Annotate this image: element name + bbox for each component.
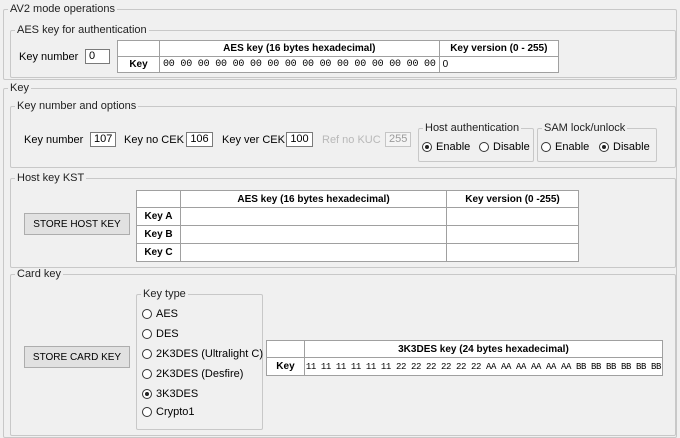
card-key-col-header: 3K3DES key (24 bytes hexadecimal) [303, 340, 664, 358]
card-key-table-corner [266, 340, 305, 358]
host-key-table: AES key (16 bytes hexadecimal) Key versi… [136, 190, 579, 262]
host-key-b-cell[interactable] [180, 225, 447, 244]
key-options-title: Key number and options [17, 100, 137, 112]
host-authentication-title: Host authentication [425, 122, 520, 134]
host-key-c-cell[interactable] [180, 243, 447, 262]
sam-lock-enable-radio[interactable]: Enable [541, 141, 589, 153]
radio-selected-icon [142, 389, 152, 399]
key-type-2k3des-desfire-label: 2K3DES (Desfire) [156, 368, 244, 380]
host-version-col-header: Key version (0 -255) [446, 190, 579, 208]
store-card-key-button[interactable]: STORE CARD KEY [24, 346, 130, 368]
radio-unselected-icon [479, 142, 489, 152]
sam-lock-enable-label: Enable [555, 141, 590, 153]
host-auth-disable-radio[interactable]: Disable [479, 141, 530, 153]
radio-unselected-icon [142, 369, 152, 379]
host-key-c-row-header: Key C [136, 243, 181, 262]
key-type-2k3des-ultralight-radio[interactable]: 2K3DES (Ultralight C) [142, 348, 263, 360]
radio-unselected-icon [142, 329, 152, 339]
aes-auth-key-title: AES key for authentication [17, 24, 147, 36]
key-group-title: Key [10, 82, 29, 94]
key-ver-cek-label: Key ver CEK [222, 134, 285, 146]
card-key-row-header: Key [266, 357, 305, 376]
key-ver-cek-input[interactable]: 100 [286, 132, 313, 147]
card-key-cell[interactable]: 11 11 11 11 11 11 22 22 22 22 22 22 AA A… [303, 357, 664, 376]
host-key-b-row-header: Key B [136, 225, 181, 244]
key-number-input[interactable]: 107 [90, 132, 116, 147]
host-auth-enable-radio[interactable]: Enable [422, 141, 470, 153]
auth-key-col-header: AES key (16 bytes hexadecimal) [159, 40, 440, 57]
key-type-aes-radio[interactable]: AES [142, 308, 178, 320]
card-key-table: 3K3DES key (24 bytes hexadecimal) Key 11… [266, 340, 664, 376]
av2-mode-operations-title: AV2 mode operations [10, 3, 115, 15]
radio-unselected-icon [142, 309, 152, 319]
auth-key-row-header: Key [117, 56, 160, 73]
radio-selected-icon [422, 142, 432, 152]
host-auth-disable-label: Disable [493, 141, 530, 153]
card-key-title: Card key [17, 268, 62, 280]
key-type-3k3des-label: 3K3DES [156, 388, 199, 400]
key-type-2k3des-desfire-radio[interactable]: 2K3DES (Desfire) [142, 368, 243, 380]
radio-unselected-icon [541, 142, 551, 152]
host-key-table-corner [136, 190, 181, 208]
radio-selected-icon [599, 142, 609, 152]
key-no-cek-input[interactable]: 106 [186, 132, 213, 147]
host-key-a-cell[interactable] [180, 207, 447, 226]
auth-version-col-header: Key version (0 - 255) [438, 40, 560, 57]
ref-no-kuc-label: Ref no KUC [322, 134, 381, 146]
host-auth-enable-label: Enable [436, 141, 471, 153]
key-type-crypto1-label: Crypto1 [156, 406, 195, 418]
auth-version-cell[interactable]: 0 [438, 56, 560, 73]
host-key-c-version-cell[interactable] [446, 243, 579, 262]
host-key-a-row-header: Key A [136, 207, 181, 226]
radio-unselected-icon [142, 407, 152, 417]
auth-key-number-input[interactable]: 0 [85, 49, 110, 64]
key-type-crypto1-radio[interactable]: Crypto1 [142, 406, 195, 418]
auth-key-table-corner [117, 40, 160, 57]
key-type-des-radio[interactable]: DES [142, 328, 179, 340]
key-type-aes-label: AES [156, 308, 179, 320]
sam-lock-disable-radio[interactable]: Disable [599, 141, 650, 153]
key-type-title: Key type [143, 288, 186, 300]
key-type-3k3des-radio[interactable]: 3K3DES [142, 388, 198, 400]
key-no-cek-label: Key no CEK [124, 134, 184, 146]
host-key-b-version-cell[interactable] [446, 225, 579, 244]
auth-key-table: AES key (16 bytes hexadecimal) Key versi… [117, 40, 560, 73]
host-key-kst-title: Host key KST [17, 172, 85, 184]
radio-unselected-icon [142, 349, 152, 359]
key-number-label: Key number [24, 134, 84, 146]
host-key-a-version-cell[interactable] [446, 207, 579, 226]
auth-key-cell[interactable]: 00 00 00 00 00 00 00 00 00 00 00 00 00 0… [159, 56, 440, 73]
key-type-2k3des-ultralight-label: 2K3DES (Ultralight C) [156, 348, 263, 360]
host-key-col-header: AES key (16 bytes hexadecimal) [180, 190, 447, 208]
sam-lock-disable-label: Disable [613, 141, 650, 153]
ref-no-kuc-input: 255 [385, 132, 411, 147]
sam-lock-title: SAM lock/unlock [544, 122, 626, 134]
auth-key-number-label: Key number [19, 51, 79, 63]
key-type-des-label: DES [156, 328, 179, 340]
store-host-key-button[interactable]: STORE HOST KEY [24, 213, 130, 235]
